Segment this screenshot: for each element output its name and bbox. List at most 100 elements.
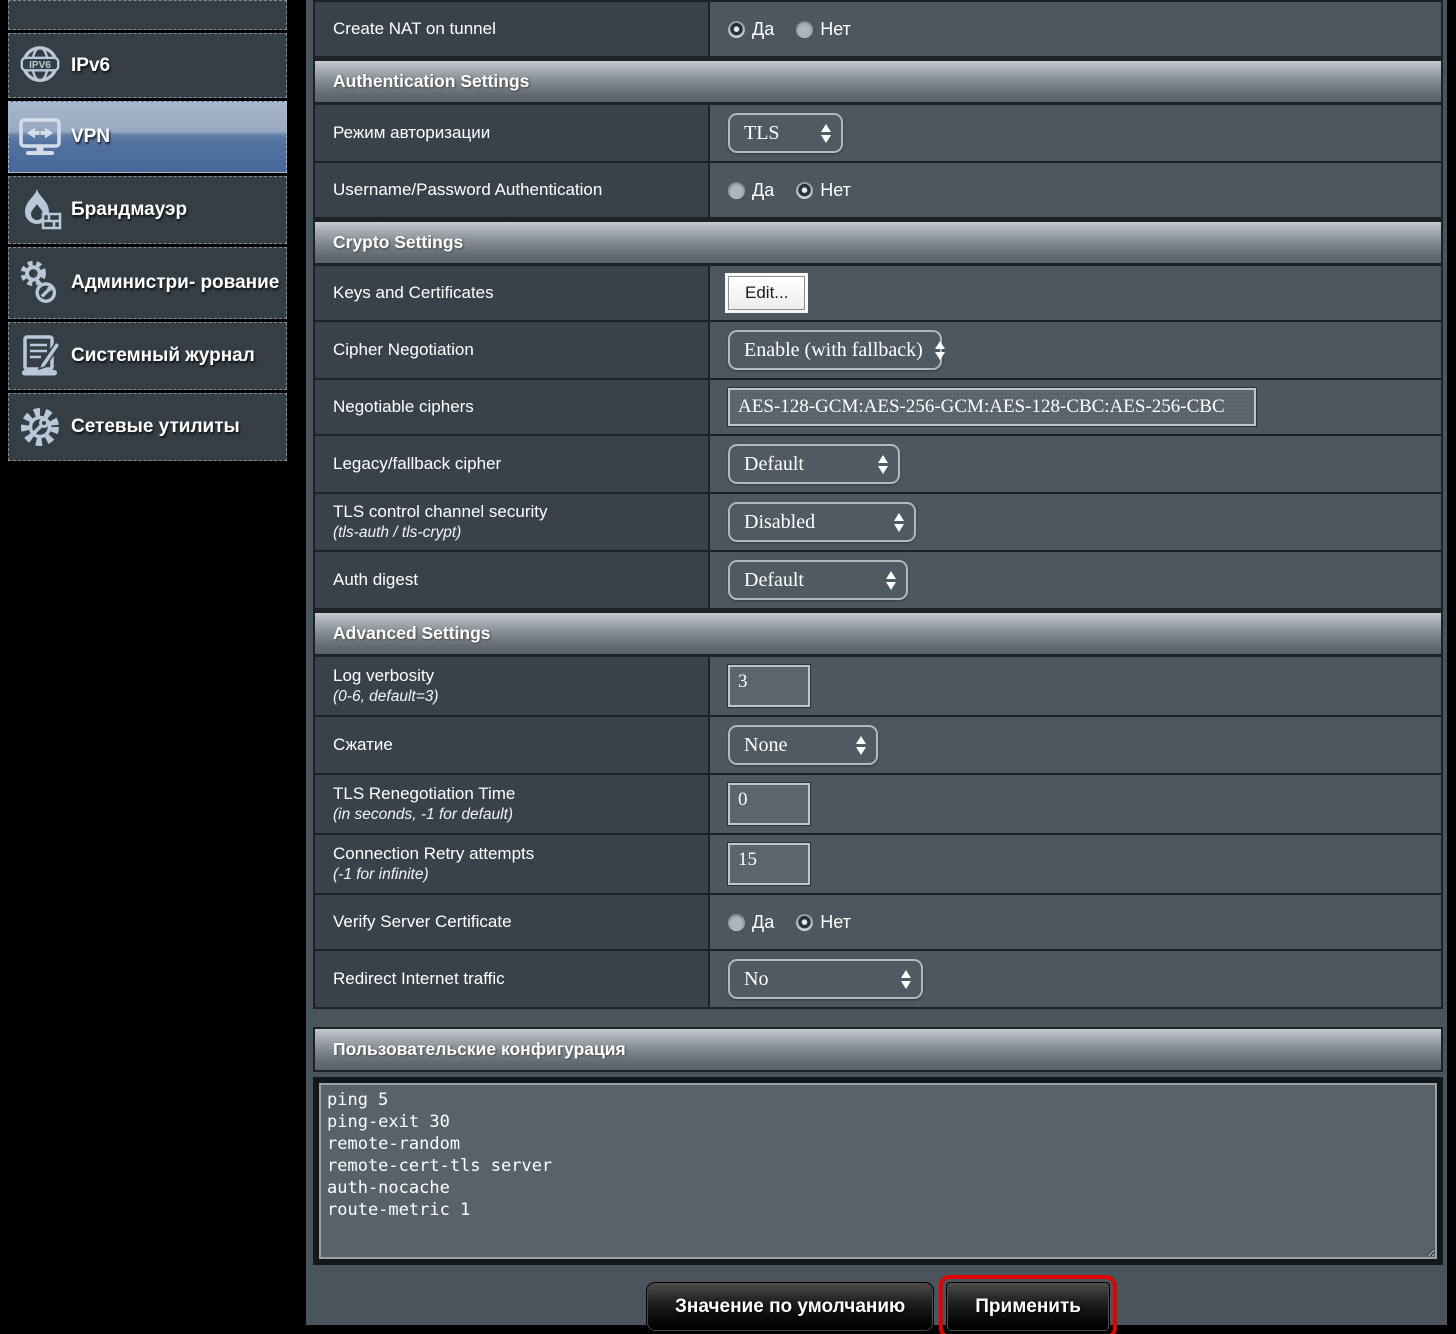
custom-config-section: Пользовательские конфигурация <box>313 1027 1443 1265</box>
tls-renegotiation-time-label-cell: TLS Renegotiation Time (in seconds, -1 fo… <box>315 775 710 833</box>
tls-control-channel-security-sublabel: (tls-auth / tls-crypt) <box>333 524 698 542</box>
keys-and-certificates-label: Keys and Certificates <box>333 283 698 303</box>
arrow-up-icon <box>894 513 904 521</box>
legacy-fallback-cipher-value-cell: Default <box>710 436 1441 492</box>
keys-and-certificates-edit-button[interactable]: Edit... <box>728 276 805 310</box>
verify-server-certificate-radio-no-label: Нет <box>820 912 851 933</box>
compression-label: Сжатие <box>333 735 698 755</box>
vpn-settings-panel: Create NAT on tunnel Да Нет Authentication … <box>306 0 1447 1325</box>
select-arrows-icon <box>821 124 831 143</box>
verify-server-certificate-label: Verify Server Certificate <box>333 912 698 932</box>
sidebar-item-partial-top[interactable] <box>8 0 287 30</box>
negotiable-ciphers-input[interactable]: AES-128-GCM:AES-256-GCM:AES-128-CBC:AES-… <box>728 388 1256 426</box>
auth-mode-label: Режим авторизации <box>333 123 698 143</box>
tls-control-channel-security-select-value: Disabled <box>744 511 815 534</box>
log-verbosity-input[interactable]: 3 <box>728 665 810 707</box>
verify-server-certificate-value-cell: Да Нет <box>710 895 1441 949</box>
sidebar-item-administration[interactable]: Администри- рование <box>8 247 287 319</box>
auth-digest-label-cell: Auth digest <box>315 552 710 608</box>
restore-defaults-button[interactable]: Значение по умолчанию <box>646 1282 934 1332</box>
redirect-internet-traffic-value-cell: No <box>710 951 1441 1007</box>
settings-row-connection-retry-attempts: Connection Retry attempts (-1 for infinit… <box>315 835 1441 895</box>
select-arrows-icon <box>878 455 888 474</box>
cipher-negotiation-select[interactable]: Enable (with fallback) <box>728 330 942 370</box>
connection-retry-attempts-value-cell: 15 <box>710 835 1441 893</box>
arrow-down-icon <box>935 352 945 360</box>
select-arrows-icon <box>935 341 945 360</box>
compression-select-value: None <box>744 734 787 757</box>
redirect-internet-traffic-select-value: No <box>744 968 768 991</box>
apply-button[interactable]: Применить <box>946 1282 1110 1332</box>
sidebar-item-vpn[interactable]: VPN <box>8 101 287 173</box>
auth-digest-select[interactable]: Default <box>728 560 908 600</box>
verify-server-certificate-radio-yes[interactable]: Да <box>728 912 774 933</box>
settings-row-username-password-auth: Username/Password Authentication Да Нет <box>315 163 1441 219</box>
select-arrows-icon <box>894 513 904 532</box>
svg-text:IPV6: IPV6 <box>29 59 51 70</box>
verify-server-certificate-radio-group: Да Нет <box>728 912 851 933</box>
cipher-negotiation-label-cell: Cipher Negotiation <box>315 322 710 378</box>
legacy-fallback-cipher-label-cell: Legacy/fallback cipher <box>315 436 710 492</box>
radio-unselected-icon <box>728 914 745 931</box>
create-nat-on-tunnel-value-cell: Да Нет <box>710 2 1441 56</box>
admin-gears-icon <box>9 259 71 307</box>
create-nat-on-tunnel-radio-group: Да Нет <box>728 19 851 40</box>
username-password-auth-radio-yes[interactable]: Да <box>728 180 774 201</box>
negotiable-ciphers-label: Negotiable ciphers <box>333 397 698 417</box>
custom-config-header: Пользовательские конфигурация <box>313 1027 1443 1072</box>
auth-digest-label: Auth digest <box>333 570 698 590</box>
arrow-up-icon <box>878 455 888 463</box>
tls-renegotiation-time-input[interactable]: 0 <box>728 783 810 825</box>
section-header-crypto-settings: Crypto Settings <box>315 219 1441 266</box>
username-password-auth-radio-no[interactable]: Нет <box>796 180 851 201</box>
tls-renegotiation-time-value-cell: 0 <box>710 775 1441 833</box>
arrow-down-icon <box>901 981 911 989</box>
log-verbosity-label-cell: Log verbosity(0-6, default=3) <box>315 657 710 715</box>
tls-renegotiation-time-label: TLS Renegotiation Time <box>333 784 698 804</box>
sidebar-item-ipv6[interactable]: IPV6IPv6 <box>8 33 287 98</box>
username-password-auth-label-cell: Username/Password Authentication <box>315 163 710 217</box>
connection-retry-attempts-input[interactable]: 15 <box>728 843 810 885</box>
tls-control-channel-security-value-cell: Disabled <box>710 494 1441 550</box>
auth-mode-select[interactable]: TLS <box>728 113 843 153</box>
footer-buttons: Значение по умолчанию Применить <box>313 1282 1443 1332</box>
redirect-internet-traffic-label-cell: Redirect Internet traffic <box>315 951 710 1007</box>
auth-mode-label-cell: Режим авторизации <box>315 105 710 161</box>
system-log-icon <box>9 333 71 379</box>
create-nat-on-tunnel-radio-yes[interactable]: Да <box>728 19 774 40</box>
arrow-down-icon <box>894 524 904 532</box>
section-header-authentication-settings: Authentication Settings <box>315 58 1441 105</box>
settings-row-create-nat-on-tunnel: Create NAT on tunnel Да Нет <box>315 2 1441 58</box>
redirect-internet-traffic-select[interactable]: No <box>728 959 923 999</box>
sidebar-item-label: Брандмауэр <box>71 189 191 231</box>
tls-renegotiation-time-sublabel: (in seconds, -1 for default) <box>333 806 698 824</box>
create-nat-on-tunnel-radio-no[interactable]: Нет <box>796 19 851 40</box>
select-arrows-icon <box>901 970 911 989</box>
create-nat-on-tunnel-label-cell: Create NAT on tunnel <box>315 2 710 56</box>
sidebar-item-firewall[interactable]: Брандмауэр <box>8 176 287 244</box>
sidebar-item-network-tools[interactable]: Сетевые утилиты <box>8 393 287 461</box>
connection-retry-attempts-label: Connection Retry attempts <box>333 844 698 864</box>
tls-control-channel-security-select[interactable]: Disabled <box>728 502 916 542</box>
arrow-up-icon <box>935 341 945 349</box>
legacy-fallback-cipher-select[interactable]: Default <box>728 444 900 484</box>
connection-retry-attempts-sublabel: (-1 for infinite) <box>333 866 698 884</box>
username-password-auth-label: Username/Password Authentication <box>333 180 698 200</box>
cipher-negotiation-label: Cipher Negotiation <box>333 340 698 360</box>
radio-selected-icon <box>728 21 745 38</box>
arrow-down-icon <box>886 582 896 590</box>
settings-table: Create NAT on tunnel Да Нет Authentication … <box>313 0 1443 1009</box>
settings-row-redirect-internet-traffic: Redirect Internet traffic No <box>315 951 1441 1007</box>
settings-row-legacy-fallback-cipher: Legacy/fallback cipher Default <box>315 436 1441 494</box>
sidebar-item-label: VPN <box>71 116 114 158</box>
username-password-auth-value-cell: Да Нет <box>710 163 1441 217</box>
custom-config-textarea[interactable] <box>319 1083 1437 1259</box>
custom-config-box <box>313 1077 1443 1265</box>
compression-select[interactable]: None <box>728 725 878 765</box>
sidebar-item-label: Сетевые утилиты <box>71 406 244 448</box>
verify-server-certificate-radio-no[interactable]: Нет <box>796 912 851 933</box>
negotiable-ciphers-label-cell: Negotiable ciphers <box>315 380 710 434</box>
sidebar-item-system-log[interactable]: Системный журнал <box>8 322 287 390</box>
create-nat-on-tunnel-radio-yes-label: Да <box>752 19 774 40</box>
verify-server-certificate-label-cell: Verify Server Certificate <box>315 895 710 949</box>
